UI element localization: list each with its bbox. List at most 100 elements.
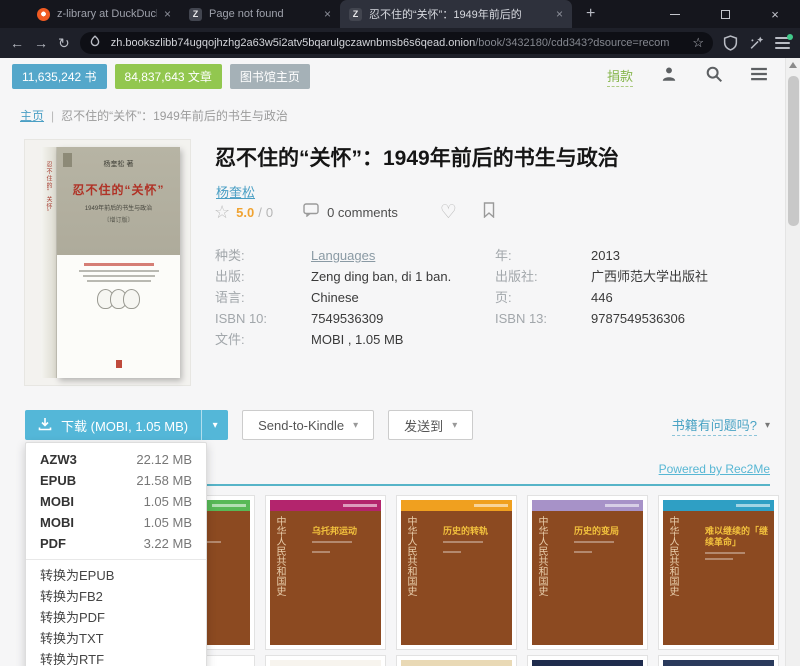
bookmark-star-icon[interactable]: ☆ — [692, 35, 704, 51]
page-scrollbar[interactable] — [785, 58, 800, 666]
format-name: AZW3 — [40, 452, 77, 467]
convert-menu-item[interactable]: 转换为RTF — [26, 649, 206, 666]
recommended-books-row-2 — [134, 655, 779, 666]
browser-menu-button[interactable] — [775, 37, 790, 49]
send-to-kindle-button[interactable]: Send-to-Kindle ▾ — [242, 410, 374, 440]
donate-link[interactable]: 捐款 — [607, 66, 633, 87]
tab-title: z-library at DuckDuckGo — [57, 8, 157, 20]
publisher-mark — [57, 355, 180, 373]
tab-close-icon[interactable]: × — [556, 7, 563, 21]
cover-bottom-section — [57, 255, 180, 378]
rating-count: 0 — [266, 205, 273, 220]
tab-title: Page not found — [209, 8, 317, 20]
browser-window: z-library at DuckDuckGo × Page not found… — [0, 0, 800, 666]
send-to-button[interactable]: 发送到 ▾ — [388, 410, 473, 440]
decorative-line — [705, 552, 745, 554]
scrollbar-up-arrow[interactable] — [789, 62, 797, 68]
caret-down-icon: ▾ — [353, 420, 358, 431]
series-calligraphy: 中华人民共和国史 — [666, 516, 678, 642]
breadcrumb-current: 忍不住的“关怀”：1949年前后的书生与政治 — [61, 109, 288, 123]
powered-by-link[interactable]: Powered by Rec2Me — [659, 462, 770, 476]
comments-link[interactable]: 0 comments — [303, 203, 398, 222]
forward-button[interactable]: → — [34, 36, 48, 50]
back-button[interactable]: ← — [10, 36, 24, 50]
convert-menu-item[interactable]: 转换为TXT — [26, 628, 206, 649]
update-dot — [787, 34, 793, 40]
recommended-book[interactable] — [658, 655, 779, 666]
format-name: EPUB — [40, 473, 76, 488]
decorative-line — [87, 280, 151, 282]
download-formats-caret[interactable]: ▾ — [201, 410, 228, 440]
url-host: zh.bookszlibb74ugqojhzhg2a63w5i2atv5bqar… — [111, 37, 476, 49]
format-menu-item[interactable]: PDF3.22 MB — [26, 533, 206, 554]
format-menu-item[interactable]: EPUB21.58 MB — [26, 470, 206, 491]
format-menu-item[interactable]: AZW322.12 MB — [26, 449, 206, 470]
format-menu-item[interactable]: MOBI1.05 MB — [26, 512, 206, 533]
rating-value: 5.0 — [236, 205, 254, 220]
recommended-book[interactable]: 中华人民共和国史 历史的变局 — [527, 495, 648, 650]
caret-down-icon: ▾ — [765, 420, 770, 431]
section-divider — [200, 484, 770, 486]
browser-tab-page-not-found[interactable]: Page not found × — [180, 0, 340, 28]
profile-icon[interactable] — [660, 65, 678, 88]
format-name: MOBI — [40, 494, 74, 509]
download-formats-menu: AZW322.12 MB EPUB21.58 MB MOBI1.05 MB MO… — [25, 442, 207, 666]
save-bookmark-icon[interactable] — [483, 202, 495, 223]
categories-link[interactable]: Languages — [311, 248, 375, 263]
spine-title: 忍不住的“关怀” — [44, 161, 53, 378]
author-link[interactable]: 杨奎松 — [216, 182, 255, 201]
cover-top-bar — [532, 500, 643, 511]
favorite-heart-icon[interactable]: ♡ — [440, 201, 457, 224]
onion-site-icon — [89, 35, 105, 51]
report-label: 书籍有问题吗? — [672, 415, 757, 436]
browser-tab-active-book[interactable]: 忍不住的“关怀”：1949年前后的 × — [340, 0, 572, 28]
reload-button[interactable]: ↻ — [58, 36, 70, 50]
convert-menu-item[interactable]: 转换为PDF — [26, 607, 206, 628]
address-bar[interactable]: zh.bookszlibb74ugqojhzhg2a63w5i2atv5bqar… — [80, 32, 713, 54]
browser-tab-duckduckgo[interactable]: z-library at DuckDuckGo × — [28, 0, 180, 28]
comment-icon — [303, 203, 319, 222]
recommended-book[interactable]: 中华人民共和国史 乌托邦运动 — [265, 495, 386, 650]
tab-close-icon[interactable]: × — [164, 7, 171, 21]
recommended-book[interactable] — [396, 655, 517, 666]
report-problem-link[interactable]: 书籍有问题吗? ▾ — [672, 415, 770, 436]
recommended-book[interactable]: 中华人民共和国史 难以继续的「继续革命」 — [658, 495, 779, 650]
library-home-badge[interactable]: 图书馆主页 — [230, 64, 310, 89]
breadcrumb-home-link[interactable]: 主页 — [20, 109, 44, 123]
close-window-button[interactable]: × — [750, 0, 800, 28]
maximize-button[interactable] — [700, 0, 750, 28]
tab-close-icon[interactable]: × — [324, 7, 331, 21]
format-menu-item[interactable]: MOBI1.05 MB — [26, 491, 206, 512]
articles-count-badge[interactable]: 84,837,643 文章 — [115, 64, 222, 89]
minimize-button[interactable] — [650, 0, 700, 28]
recommended-book[interactable]: 中华人民共和国史 历史的转轨 — [396, 495, 517, 650]
books-count-badge[interactable]: 11,635,242 书 — [12, 64, 107, 89]
new-tab-button[interactable]: + — [586, 5, 595, 23]
meta-value: 2013 — [591, 248, 620, 263]
scrollbar-thumb[interactable] — [788, 76, 799, 226]
rating-divider: / — [258, 205, 262, 220]
rating-star-icon[interactable]: ☆ — [214, 202, 230, 223]
meta-label: 文件: — [215, 332, 311, 347]
browser-titlebar: z-library at DuckDuckGo × Page not found… — [0, 0, 800, 28]
page-title: 忍不住的“关怀”：1949年前后的书生与政治 — [215, 142, 775, 172]
cover-seal — [63, 153, 72, 167]
recommended-book[interactable] — [527, 655, 648, 666]
tab-strip: z-library at DuckDuckGo × Page not found… — [0, 0, 650, 28]
book-actions: 下载 (MOBI, 1.05 MB) ▾ Send-to-Kindle ▾ 发送… — [25, 410, 770, 440]
shield-icon[interactable] — [723, 35, 739, 51]
convert-menu-item[interactable]: 转换为EPUB — [26, 565, 206, 586]
header-actions: 捐款 — [607, 65, 768, 88]
meta-label: 出版社: — [495, 269, 591, 284]
meta-label: ISBN 13: — [495, 311, 591, 326]
breadcrumb: 主页|忍不住的“关怀”：1949年前后的书生与政治 — [20, 107, 288, 124]
search-icon[interactable] — [705, 65, 723, 88]
site-menu-icon[interactable] — [750, 66, 768, 87]
sparkle-wand-icon[interactable] — [749, 35, 765, 51]
send-label: 发送到 — [404, 416, 443, 435]
cover-title: 忍不住的“关怀” — [57, 181, 180, 198]
convert-menu-item[interactable]: 转换为FB2 — [26, 586, 206, 607]
download-button[interactable]: 下载 (MOBI, 1.05 MB) — [25, 410, 201, 440]
recommended-book[interactable] — [265, 655, 386, 666]
zlibrary-book-page: 11,635,242 书 84,837,643 文章 图书馆主页 捐款 主页|忍… — [0, 58, 800, 666]
